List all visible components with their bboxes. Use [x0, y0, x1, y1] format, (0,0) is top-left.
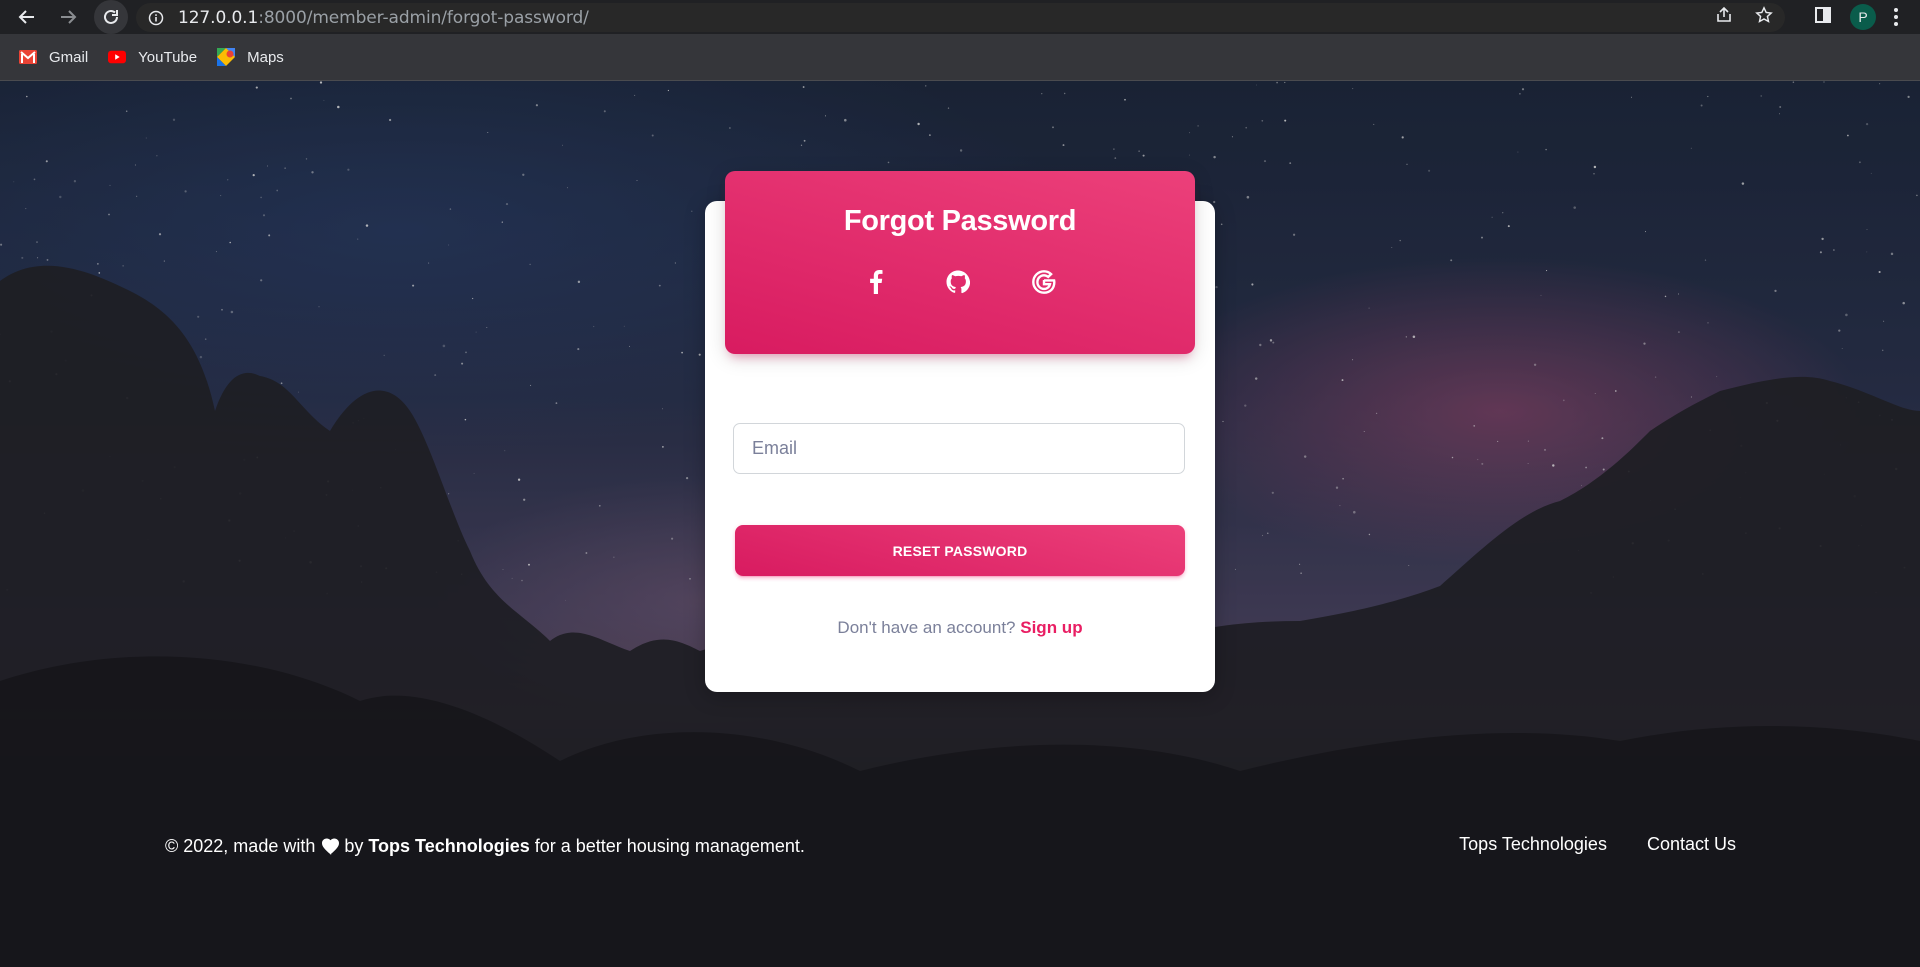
url-text[interactable]: 127.0.0.1:8000/member-admin/forgot-passw…: [178, 8, 589, 28]
browser-menu-icon[interactable]: [1894, 8, 1898, 26]
profile-avatar[interactable]: P: [1850, 4, 1876, 30]
heart-icon: [321, 838, 340, 855]
url-host: 127.0.0.1: [178, 7, 259, 28]
footer-link-tops-technologies[interactable]: Tops Technologies: [1459, 834, 1607, 855]
side-panel-icon[interactable]: [1814, 6, 1832, 29]
card-header: Forgot Password: [725, 171, 1195, 354]
forward-button[interactable]: [54, 3, 82, 31]
footer-links: Tops Technologies Contact Us: [1459, 834, 1736, 855]
bookmark-star-icon[interactable]: [1755, 6, 1773, 29]
bookmark-gmail[interactable]: Gmail: [19, 49, 88, 66]
copyright-suffix: for a better housing management.: [534, 836, 805, 856]
bookmark-label: YouTube: [138, 48, 198, 66]
url-path: :8000/member-admin/forgot-password/: [258, 7, 589, 28]
footer-link-contact-us[interactable]: Contact Us: [1647, 834, 1736, 855]
youtube-icon: [108, 50, 127, 64]
bookmark-youtube[interactable]: YouTube: [108, 49, 197, 66]
bookmark-label: Maps: [247, 48, 284, 66]
reset-password-button[interactable]: RESET PASSWORD: [735, 525, 1185, 576]
google-icon[interactable]: [1029, 267, 1059, 297]
maps-icon: [217, 48, 236, 66]
share-icon[interactable]: [1715, 6, 1733, 29]
copyright-by: by: [344, 836, 364, 856]
bookmark-maps[interactable]: Maps: [217, 48, 284, 66]
reload-button[interactable]: [94, 0, 128, 34]
arrow-right-icon: [61, 10, 77, 24]
signup-link[interactable]: Sign up: [1020, 618, 1082, 637]
arrow-left-icon: [18, 10, 34, 24]
signup-prompt-text: Don't have an account?: [837, 618, 1016, 637]
github-icon[interactable]: [943, 267, 973, 297]
bookmarks-bar: Gmail YouTube Maps: [0, 34, 1920, 81]
browser-toolbar: 127.0.0.1:8000/member-admin/forgot-passw…: [0, 0, 1920, 34]
copyright-prefix: © 2022, made with: [165, 836, 316, 856]
back-button[interactable]: [13, 3, 41, 31]
facebook-icon[interactable]: [861, 267, 891, 297]
email-field[interactable]: [733, 423, 1185, 474]
footer-copyright: © 2022, made with by Tops Technologies f…: [165, 836, 805, 857]
reload-icon: [104, 9, 118, 24]
card-title: Forgot Password: [843, 205, 1077, 237]
bookmark-label: Gmail: [49, 48, 89, 66]
address-bar[interactable]: 127.0.0.1:8000/member-admin/forgot-passw…: [136, 3, 1785, 32]
signup-prompt: Don't have an account? Sign up: [705, 618, 1215, 638]
company-name: Tops Technologies: [368, 836, 530, 856]
site-info-icon[interactable]: [148, 10, 164, 26]
gmail-icon: [19, 50, 37, 64]
